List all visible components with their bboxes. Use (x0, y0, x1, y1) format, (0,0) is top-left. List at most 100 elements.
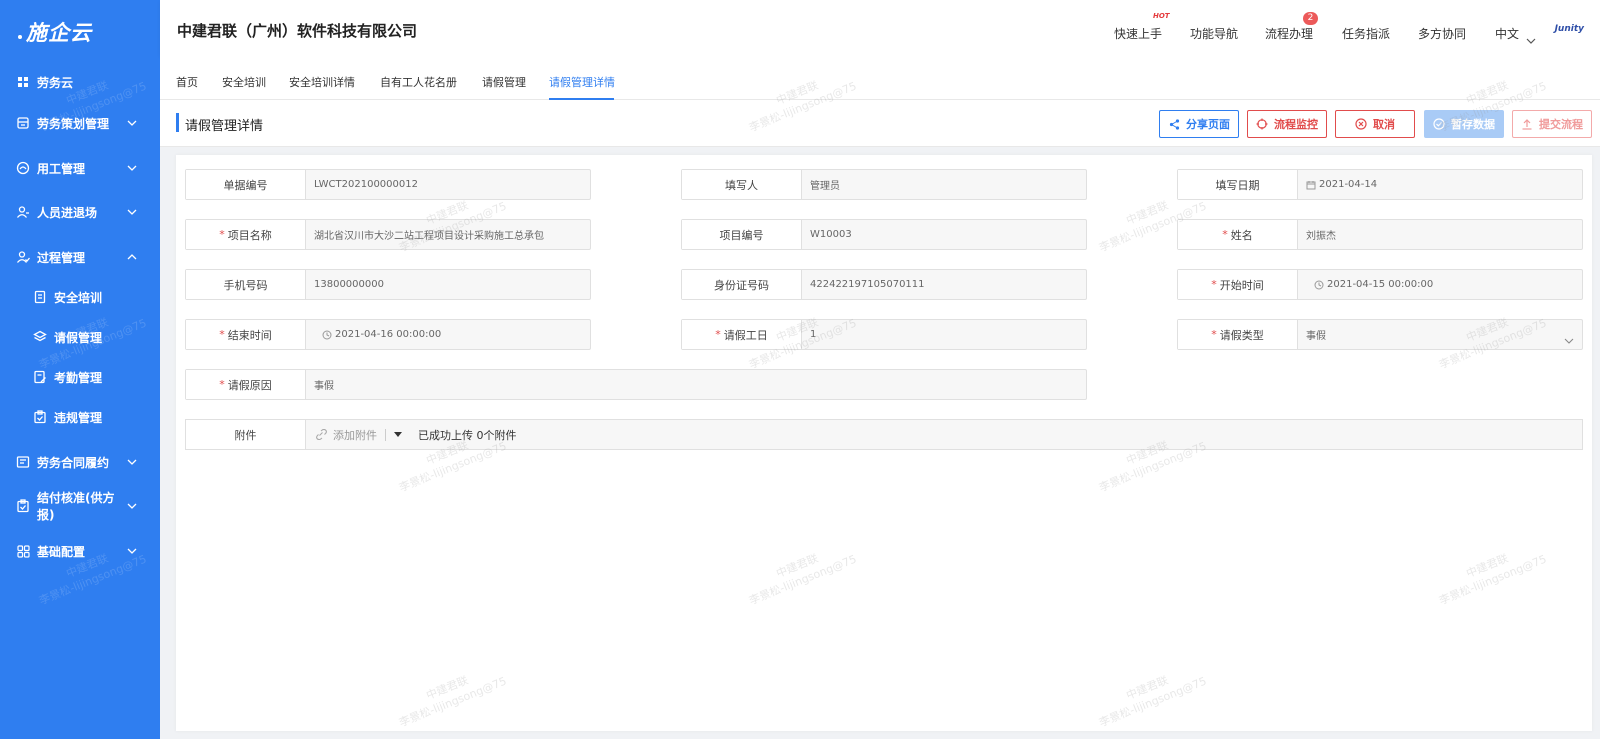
start-time-input[interactable]: 2021-04-15 00:00:00 (1298, 270, 1582, 299)
date-input[interactable]: 2021-04-14 (1298, 170, 1582, 199)
calendar-icon (1306, 180, 1316, 190)
tab-safety-training-detail[interactable]: 安全培训详情 (289, 74, 355, 90)
label-text: 请假工日 (723, 328, 768, 342)
end-time-input[interactable]: 2021-04-16 00:00:00 (306, 320, 590, 349)
sidebar: 施企云 劳务云 劳务策划管理 用工管理 人员进退场 过程管理 安全培训 请假管理… (0, 0, 160, 739)
required-mark: * (219, 228, 225, 241)
project-no-input[interactable]: W10003 (802, 220, 1086, 249)
sidebar-item-label: 请假管理 (54, 330, 103, 345)
sidebar-item-violation[interactable]: 违规管理 (0, 397, 160, 437)
add-attachment-label: 添加附件 (333, 428, 377, 442)
sidebar-item-process-management[interactable]: 过程管理 (0, 237, 160, 277)
leave-type-select[interactable]: 事假 (1298, 320, 1582, 349)
field-label: * 开始时间 (1178, 270, 1298, 299)
sidebar-item-label: 人员进退场 (37, 205, 98, 220)
sidebar-item-settlement-approval[interactable]: 结付核准(供方报) (0, 486, 160, 526)
tab-bar: 首页 安全培训 安全培训详情 自有工人花名册 请假管理 请假管理详情 (160, 56, 1600, 100)
nav-quick-start[interactable]: 快速上手 (1114, 25, 1162, 42)
cancel-button[interactable]: 取消 (1335, 110, 1415, 138)
chevron-up-icon (126, 251, 138, 263)
required-mark: * (715, 328, 721, 341)
sidebar-item-labor-cloud[interactable]: 劳务云 (0, 62, 160, 102)
clipboard-check-icon (15, 498, 31, 514)
sidebar-item-label: 用工管理 (37, 161, 86, 176)
phone-input[interactable]: 13800000000 (306, 270, 590, 299)
field-label: 单据编号 (186, 170, 306, 199)
label-text: 请假原因 (227, 378, 272, 392)
id-no-input[interactable]: 422422197105070111 (802, 270, 1086, 299)
tab-safety-training[interactable]: 安全培训 (222, 74, 266, 90)
sidebar-item-label: 劳务合同履约 (37, 455, 110, 470)
clock-icon (1314, 280, 1324, 290)
logo-dot (18, 35, 22, 39)
writer-input[interactable]: 管理员 (802, 170, 1086, 199)
required-mark: * (1222, 228, 1228, 241)
field-phone: 手机号码 13800000000 (185, 269, 591, 300)
sidebar-item-employment[interactable]: 用工管理 (0, 148, 160, 188)
add-attachment-button[interactable]: 添加附件 (306, 420, 377, 449)
button-label: 取消 (1373, 118, 1395, 131)
sidebar-item-label: 基础配置 (37, 544, 86, 559)
upload-icon (1521, 118, 1533, 130)
name-input[interactable]: 刘振杰 (1298, 220, 1582, 249)
link-icon (316, 429, 327, 440)
nav-process-handling[interactable]: 流程办理 (1265, 25, 1313, 42)
chevron-down-icon (126, 500, 138, 512)
user-check-icon (15, 249, 31, 265)
sidebar-item-leave-management[interactable]: 请假管理 (0, 317, 160, 357)
share-icon (1168, 118, 1180, 130)
tab-leave-management-detail[interactable]: 请假管理详情 (549, 74, 615, 90)
field-label: 身份证号码 (682, 270, 802, 299)
tab-home[interactable]: 首页 (176, 74, 198, 90)
field-attachment: 附件 添加附件 已成功上传 0个附件 (185, 419, 1583, 450)
field-id-no: 身份证号码 422422197105070111 (681, 269, 1087, 300)
chevron-down-icon (126, 162, 138, 174)
process-monitor-button[interactable]: 流程监控 (1247, 110, 1327, 138)
sidebar-item-safety-training[interactable]: 安全培训 (0, 277, 160, 317)
leave-days-input[interactable]: 1 (802, 320, 1086, 349)
save-draft-button[interactable]: 暂存数据 (1424, 110, 1504, 138)
field-leave-type: * 请假类型 事假 (1177, 319, 1583, 350)
attachment-status: 已成功上传 0个附件 (418, 428, 517, 442)
field-label: 项目编号 (682, 220, 802, 249)
sidebar-item-labor-contract[interactable]: 劳务合同履约 (0, 442, 160, 482)
tab-leave-management[interactable]: 请假管理 (482, 74, 526, 90)
field-doc-no: 单据编号 LWCT202100000012 (185, 169, 591, 200)
nav-function-guide[interactable]: 功能导航 (1190, 25, 1238, 42)
label-text: 请假类型 (1219, 328, 1264, 342)
layers-icon (32, 329, 48, 345)
nav-task-assign[interactable]: 任务指派 (1342, 25, 1390, 42)
field-date: 填写日期 2021-04-14 (1177, 169, 1583, 200)
doc-edit-icon (32, 369, 48, 385)
sidebar-item-labor-planning[interactable]: 劳务策划管理 (0, 103, 160, 143)
apps-icon (15, 543, 31, 559)
sidebar-item-label: 考勤管理 (54, 370, 103, 385)
sidebar-item-label: 过程管理 (37, 250, 86, 265)
button-label: 流程监控 (1274, 118, 1318, 131)
sidebar-item-basic-config[interactable]: 基础配置 (0, 531, 160, 571)
field-start-time: * 开始时间 2021-04-15 00:00:00 (1177, 269, 1583, 300)
field-leave-days: * 请假工日 1 (681, 319, 1087, 350)
sidebar-item-label: 安全培训 (54, 290, 103, 305)
required-mark: * (1211, 328, 1217, 341)
required-mark: * (1211, 278, 1217, 291)
doc-no-input[interactable]: LWCT202100000012 (306, 170, 590, 199)
sidebar-item-attendance[interactable]: 考勤管理 (0, 357, 160, 397)
date-value: 2021-04-14 (1319, 179, 1378, 190)
project-name-input[interactable]: 湖北省汉川市大沙二站工程项目设计采购施工总承包 (306, 220, 590, 249)
attachment-dropdown-caret[interactable] (394, 420, 402, 449)
clipboard-icon (32, 409, 48, 425)
chevron-down-icon (126, 456, 138, 468)
label-text: 姓名 (1230, 228, 1253, 242)
submit-process-button[interactable]: 提交流程 (1512, 110, 1592, 138)
leave-reason-input[interactable]: 事假 (306, 370, 1086, 399)
share-page-button[interactable]: 分享页面 (1159, 110, 1239, 138)
nav-multi-collab[interactable]: 多方协同 (1418, 25, 1466, 42)
language-select[interactable]: 中文 (1495, 25, 1519, 42)
field-label: * 请假类型 (1178, 320, 1298, 349)
field-project-name: * 项目名称 湖北省汉川市大沙二站工程项目设计采购施工总承包 (185, 219, 591, 250)
tab-worker-roster[interactable]: 自有工人花名册 (380, 74, 457, 90)
logo[interactable]: 施企云 (0, 0, 160, 64)
field-label: 附件 (186, 420, 306, 449)
sidebar-item-personnel-entry-exit[interactable]: 人员进退场 (0, 192, 160, 232)
